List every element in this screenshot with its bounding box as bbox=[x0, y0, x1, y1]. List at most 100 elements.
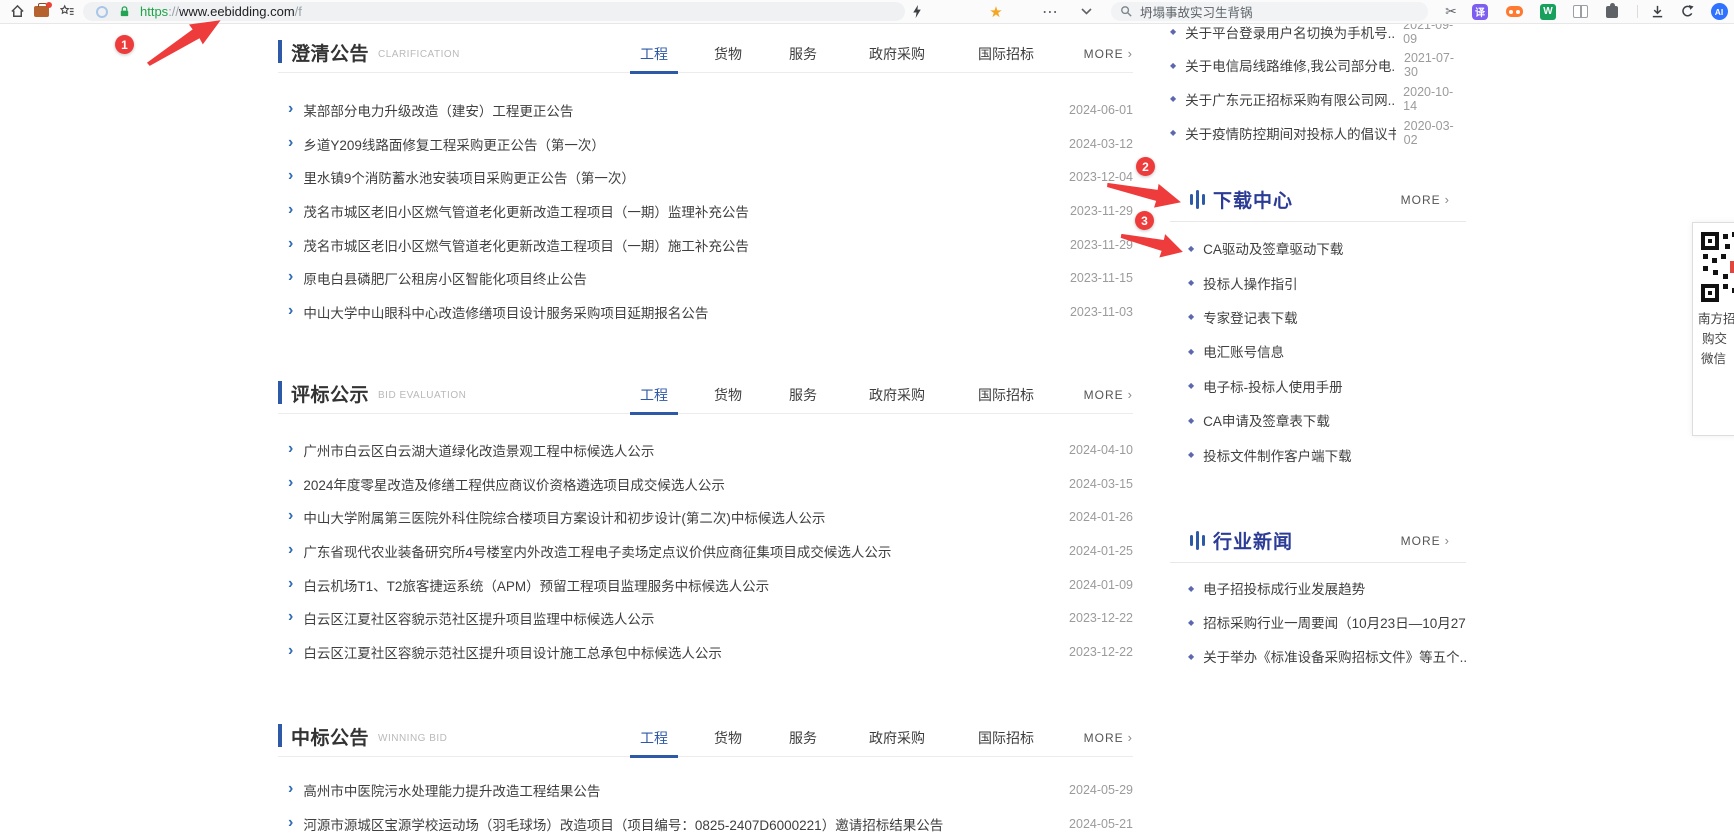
more-link[interactable]: MORE› bbox=[1084, 46, 1133, 61]
announcement-row[interactable]: ›广州市白云区白云湖大道绿化改造景观工程中标候选人公示2024-04-10 bbox=[278, 433, 1133, 467]
tab-engineering[interactable]: 工程 bbox=[640, 44, 668, 64]
notice-row[interactable]: ◆关于疫情防控期间对投标人的倡议书2020-03-02 bbox=[1170, 116, 1466, 150]
url-host: www.eebidding.com bbox=[179, 4, 295, 19]
announcement-title: 中山大学中山眼科中心改造修缮项目设计服务采购项目延期报名公告 bbox=[303, 302, 708, 322]
site-info-icon[interactable] bbox=[96, 6, 108, 18]
url-text: https://www.eebidding.com/f bbox=[140, 4, 302, 19]
home-icon[interactable] bbox=[8, 0, 26, 23]
tab-international[interactable]: 国际招标 bbox=[978, 385, 1034, 405]
chevron-right-icon: › bbox=[288, 643, 293, 659]
lightning-icon[interactable] bbox=[908, 0, 926, 23]
download-item[interactable]: ◆专家登记表下载 bbox=[1170, 300, 1466, 334]
active-tab-underline bbox=[630, 412, 678, 415]
download-item[interactable]: ◆CA驱动及签章驱动下载 bbox=[1170, 231, 1466, 265]
favorites-list-icon[interactable] bbox=[58, 0, 76, 23]
news-item[interactable]: ◆招标采购行业一周要闻（10月23日—10月27... bbox=[1170, 605, 1466, 639]
quick-search-box[interactable]: 坍塌事故实习生背锅 bbox=[1111, 2, 1428, 21]
announcement-row[interactable]: ›高州市中医院污水处理能力提升改造工程结果公告2024-05-29 bbox=[278, 773, 1133, 807]
announcement-date: 2023-12-22 bbox=[1053, 611, 1133, 625]
translate-icon[interactable]: 译 bbox=[1470, 0, 1490, 23]
more-link[interactable]: MORE› bbox=[1084, 387, 1133, 402]
announcement-title: 白云区江夏社区容貌示范社区提升项目设计施工总承包中标候选人公示 bbox=[303, 642, 722, 662]
announcement-row[interactable]: ›中山大学中山眼科中心改造修缮项目设计服务采购项目延期报名公告2023-11-0… bbox=[278, 295, 1133, 329]
more-link[interactable]: MORE› bbox=[1401, 533, 1450, 548]
download-item[interactable]: ◆CA申请及签章表下载 bbox=[1170, 403, 1466, 437]
announcement-row[interactable]: ›原电白县磷肥厂公租房小区智能化项目终止公告2023-11-15 bbox=[278, 261, 1133, 295]
news-item[interactable]: ◆电子招投标成行业发展趋势 bbox=[1170, 571, 1466, 605]
accent-bar bbox=[278, 381, 282, 404]
ai-assistant-icon[interactable]: AI bbox=[1709, 0, 1729, 23]
tab-goods[interactable]: 货物 bbox=[714, 728, 742, 748]
announcement-row[interactable]: ›2024年度零星改造及修缮工程供应商议价资格遴选项目成交候选人公示2024-0… bbox=[278, 467, 1133, 501]
download-item[interactable]: ◆电子标-投标人使用手册 bbox=[1170, 369, 1466, 403]
more-arrow-icon: › bbox=[1128, 730, 1133, 745]
bars-icon bbox=[1190, 531, 1205, 550]
undo-history-icon[interactable] bbox=[1677, 0, 1697, 23]
tab-gov-procurement[interactable]: 政府采购 bbox=[869, 728, 925, 748]
announcement-title: 中山大学附属第三医院外科住院综合楼项目方案设计和初步设计(第二次)中标候选人公示 bbox=[303, 507, 825, 527]
announcement-row[interactable]: ›白云区江夏社区容貌示范社区提升项目监理中标候选人公示2023-12-22 bbox=[278, 601, 1133, 635]
extensions-puzzle-icon[interactable] bbox=[1602, 0, 1622, 23]
announcement-row[interactable]: ›里水镇9个消防蓄水池安装项目采购更正公告（第一次）2023-12-04 bbox=[278, 160, 1133, 194]
tab-services[interactable]: 服务 bbox=[789, 385, 817, 405]
announcement-row[interactable]: ›茂名市城区老旧小区燃气管道老化更新改造工程项目（一期）监理补充公告2023-1… bbox=[278, 194, 1133, 228]
tab-international[interactable]: 国际招标 bbox=[978, 728, 1034, 748]
more-link[interactable]: MORE› bbox=[1084, 730, 1133, 745]
announcement-row[interactable]: ›乡道Y209线路面修复工程采购更正公告（第一次）2024-03-12 bbox=[278, 127, 1133, 161]
tab-engineering[interactable]: 工程 bbox=[640, 728, 668, 748]
reading-list-icon[interactable] bbox=[1570, 0, 1590, 23]
announcement-title: 广东省现代农业装备研究所4号楼室内外改造工程电子卖场定点议价供应商征集项目成交候… bbox=[303, 541, 891, 561]
news-item-title: 招标采购行业一周要闻（10月23日—10月27... bbox=[1203, 612, 1466, 632]
workspace-icon[interactable] bbox=[31, 0, 51, 23]
announcement-row[interactable]: ›广东省现代农业装备研究所4号楼室内外改造工程电子卖场定点议价供应商征集项目成交… bbox=[278, 534, 1133, 568]
tab-engineering[interactable]: 工程 bbox=[640, 385, 668, 405]
notice-row[interactable]: ◆关于广东元正招标采购有限公司网...2020-10-14 bbox=[1170, 82, 1466, 116]
more-options-icon[interactable]: ⋯ bbox=[1040, 0, 1060, 23]
diamond-bullet-icon: ◆ bbox=[1170, 128, 1176, 137]
chevron-right-icon: › bbox=[288, 269, 293, 285]
wechat-qr-card: 南方招 购交 微信 bbox=[1692, 222, 1734, 436]
tab-gov-procurement[interactable]: 政府采购 bbox=[869, 385, 925, 405]
diamond-bullet-icon: ◆ bbox=[1188, 450, 1194, 459]
download-item[interactable]: ◆电汇账号信息 bbox=[1170, 334, 1466, 368]
announcement-row[interactable]: ›茂名市城区老旧小区燃气管道老化更新改造工程项目（一期）施工补充公告2023-1… bbox=[278, 228, 1133, 262]
announcement-row[interactable]: ›白云区江夏社区容貌示范社区提升项目设计施工总承包中标候选人公示2023-12-… bbox=[278, 635, 1133, 669]
announcement-row[interactable]: ›白云机场T1、T2旅客捷运系统（APM）预留工程项目监理服务中标候选人公示20… bbox=[278, 568, 1133, 602]
notice-row[interactable]: ◆关于电信局线路维修,我公司部分电...2021-07-30 bbox=[1170, 49, 1466, 83]
notice-date: 2021-07-30 bbox=[1396, 51, 1466, 79]
games-icon[interactable] bbox=[1504, 0, 1525, 23]
tab-services[interactable]: 服务 bbox=[789, 44, 817, 64]
announcement-row[interactable]: ›中山大学附属第三医院外科住院综合楼项目方案设计和初步设计(第二次)中标候选人公… bbox=[278, 500, 1133, 534]
news-item[interactable]: ◆关于举办《标准设备采购招标文件》等五个... bbox=[1170, 639, 1466, 673]
tab-services[interactable]: 服务 bbox=[789, 728, 817, 748]
download-item[interactable]: ◆投标人操作指引 bbox=[1170, 265, 1466, 299]
announcement-title: 茂名市城区老旧小区燃气管道老化更新改造工程项目（一期）施工补充公告 bbox=[303, 235, 749, 255]
active-tab-underline bbox=[630, 755, 678, 758]
tab-goods[interactable]: 货物 bbox=[714, 44, 742, 64]
diamond-bullet-icon: ◆ bbox=[1188, 278, 1194, 287]
section-title: 评标公示 bbox=[291, 380, 369, 407]
chevron-right-icon: › bbox=[288, 441, 293, 457]
chevron-down-icon[interactable] bbox=[1077, 0, 1095, 23]
chevron-right-icon: › bbox=[288, 202, 293, 218]
qr-caption-line: 南方招 bbox=[1698, 308, 1734, 327]
downloads-icon[interactable] bbox=[1647, 0, 1667, 23]
tab-gov-procurement[interactable]: 政府采购 bbox=[869, 44, 925, 64]
diamond-bullet-icon: ◆ bbox=[1170, 61, 1176, 70]
chevron-right-icon: › bbox=[288, 303, 293, 319]
docs-w-icon[interactable]: W bbox=[1538, 0, 1558, 23]
announcement-date: 2024-05-29 bbox=[1053, 783, 1133, 797]
announcement-row[interactable]: ›某部部分电力升级改造（建安）工程更正公告2024-06-01 bbox=[278, 93, 1133, 127]
announcement-title: 河源市源城区宝源学校运动场（羽毛球场）改造项目（项目编号：0825-2407D6… bbox=[303, 814, 943, 834]
tab-international[interactable]: 国际招标 bbox=[978, 44, 1034, 64]
download-item[interactable]: ◆ 投标文件制作客户端下载 bbox=[1170, 437, 1466, 471]
toolbar-divider bbox=[1637, 5, 1638, 18]
announcement-row[interactable]: ›河源市源城区宝源学校运动场（羽毛球场）改造项目（项目编号：0825-2407D… bbox=[278, 807, 1133, 840]
announcement-title: 2024年度零星改造及修缮工程供应商议价资格遴选项目成交候选人公示 bbox=[303, 474, 725, 494]
scissors-icon[interactable]: ✂ bbox=[1441, 0, 1461, 23]
tab-goods[interactable]: 货物 bbox=[714, 385, 742, 405]
more-link[interactable]: MORE› bbox=[1401, 192, 1450, 207]
notice-date: 2020-03-02 bbox=[1396, 119, 1466, 147]
bookmark-star-icon[interactable]: ★ bbox=[987, 0, 1005, 23]
download-item-label: 投标文件制作客户端下载 bbox=[1203, 445, 1352, 465]
